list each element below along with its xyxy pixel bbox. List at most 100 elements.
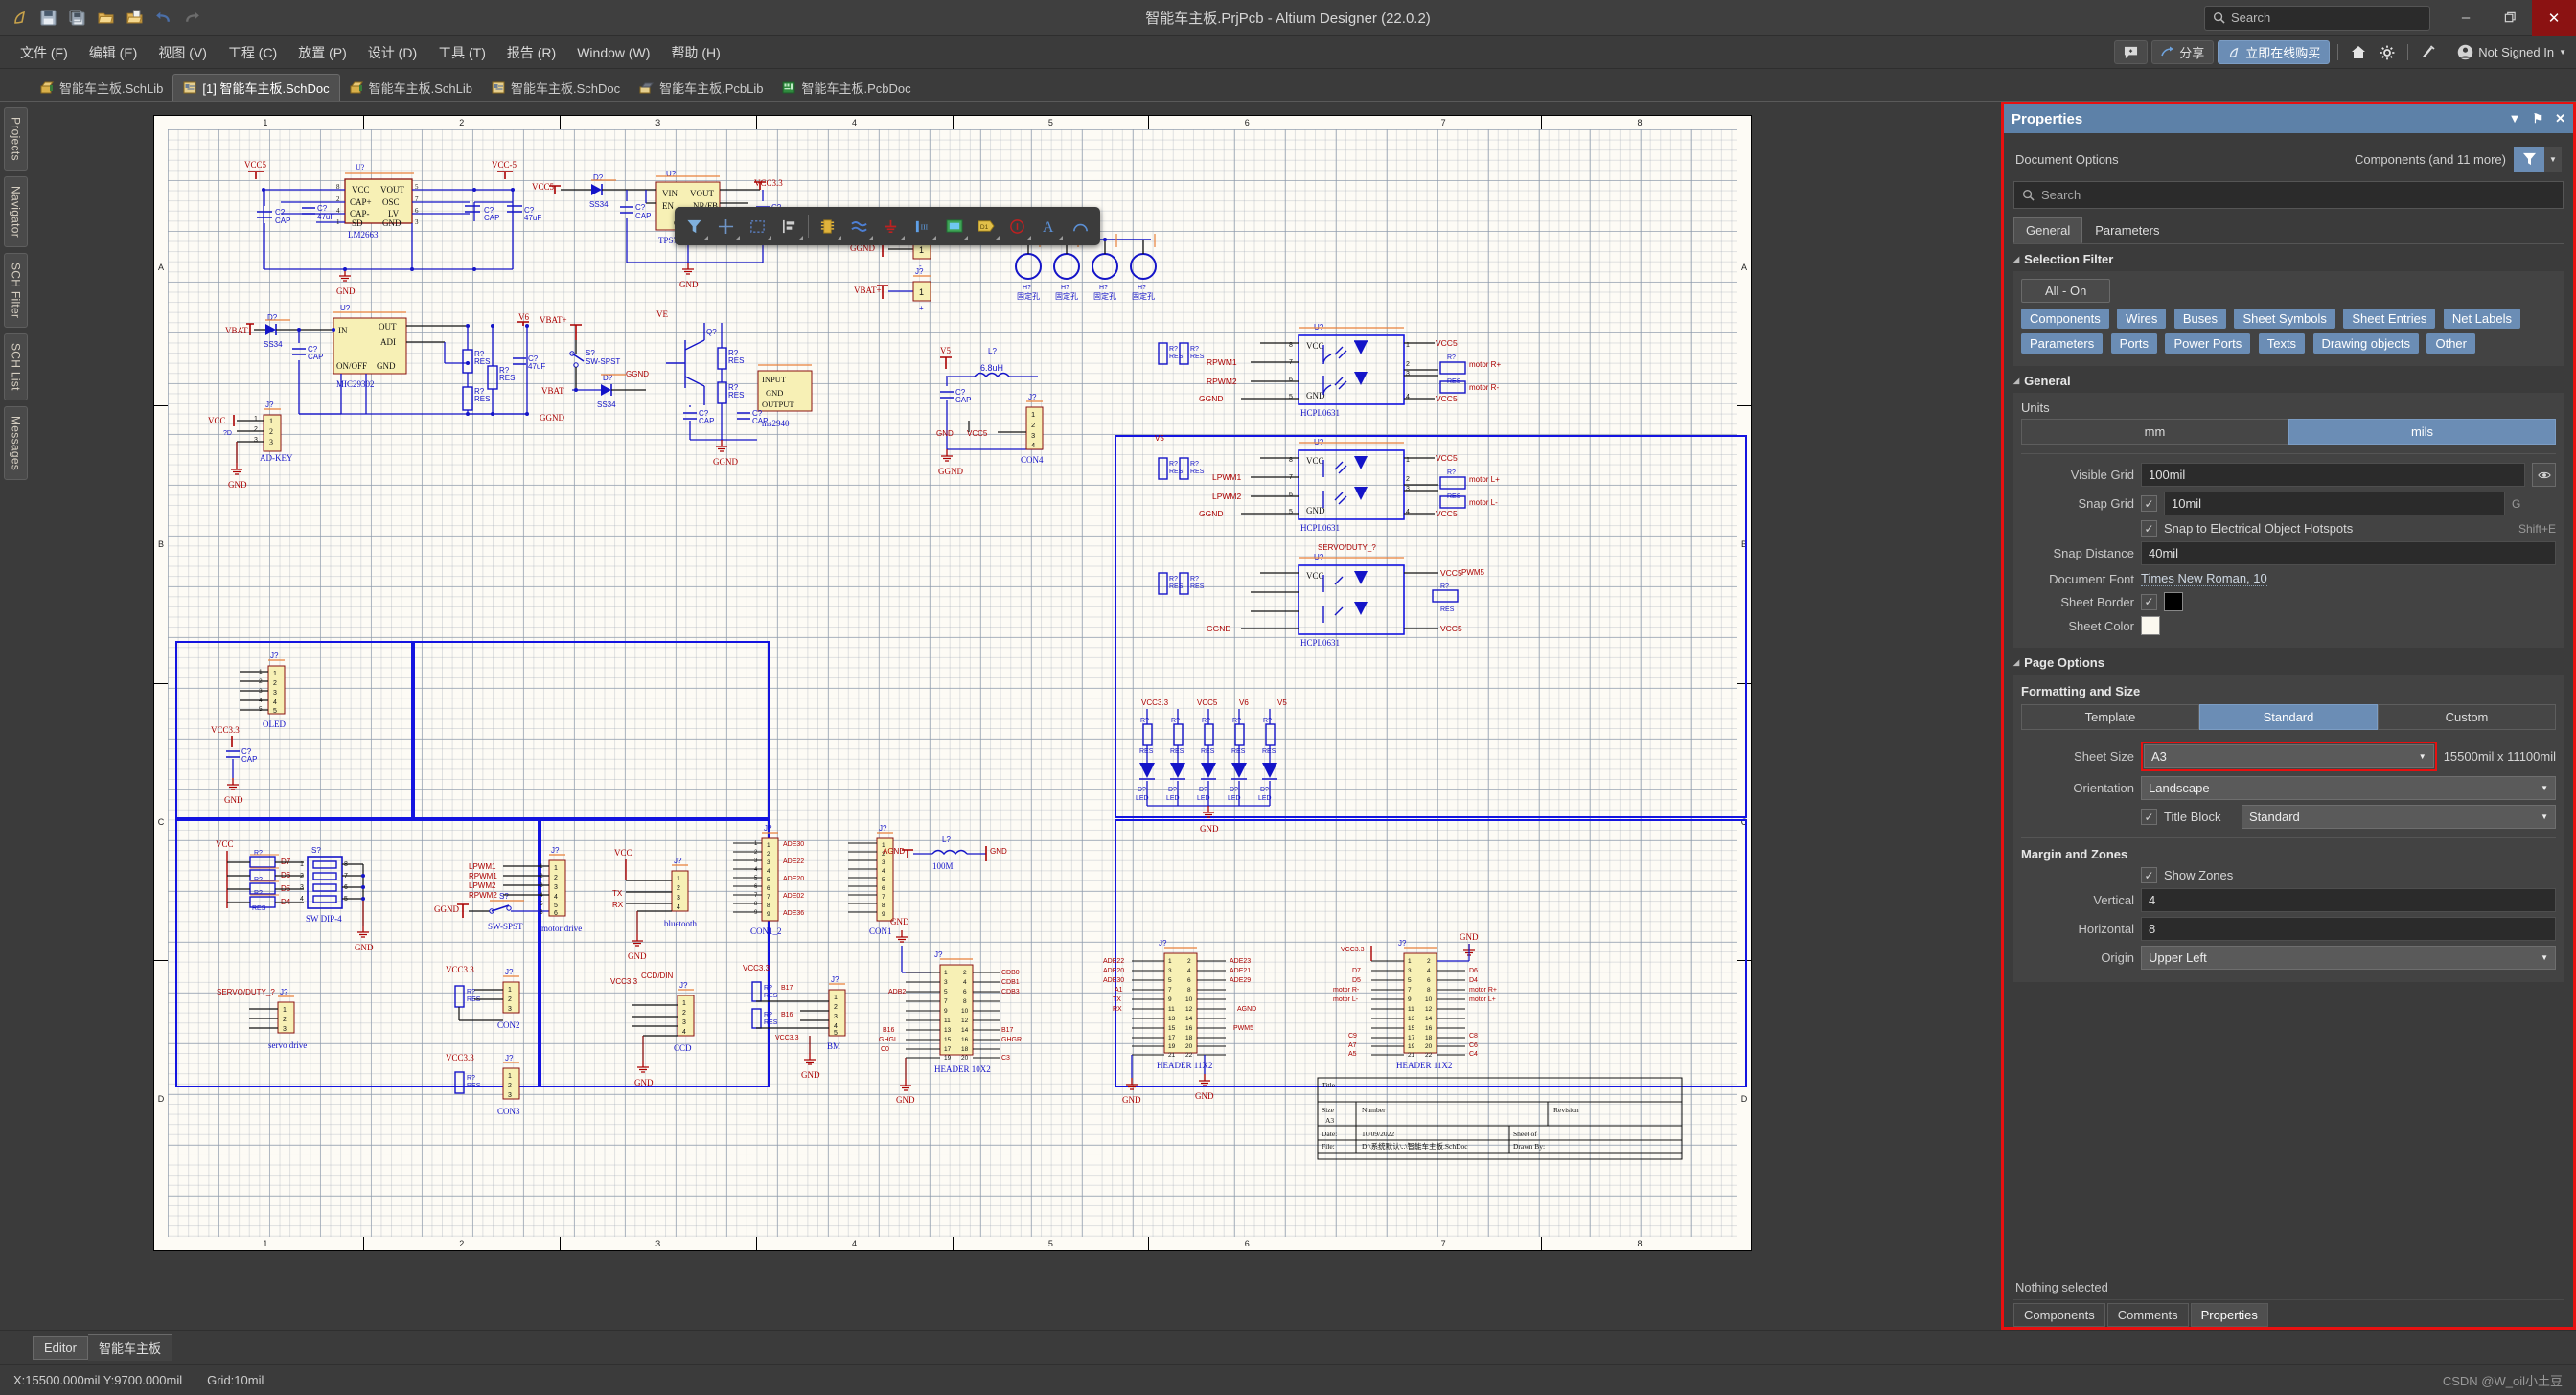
place-arc-icon[interactable]: [1065, 210, 1096, 242]
filter-chip-net-labels[interactable]: Net Labels: [2443, 309, 2520, 329]
tab-pcbdoc[interactable]: 智能车主板.PcbDoc: [772, 74, 920, 101]
title-block-checkbox[interactable]: ✓: [2141, 809, 2157, 825]
sheet-border-checkbox[interactable]: ✓: [2141, 593, 2157, 610]
place-no-erc-icon[interactable]: [1001, 210, 1033, 242]
all-on-button[interactable]: All - On: [2021, 279, 2111, 303]
sidebar-item-sch-list[interactable]: SCH List: [3, 333, 28, 400]
menu-place[interactable]: 放置 (P): [288, 36, 357, 69]
filter-chip-wires[interactable]: Wires: [2117, 309, 2167, 329]
filter-chip-components[interactable]: Components: [2021, 309, 2109, 329]
properties-search-input[interactable]: Search: [2013, 181, 2564, 209]
place-port-icon[interactable]: III: [907, 210, 938, 242]
crosshair-place-icon[interactable]: [710, 210, 742, 242]
minimize-button[interactable]: –: [2444, 0, 2488, 36]
filter-dropdown-chevron-down-icon[interactable]: ▼: [2544, 147, 2562, 172]
account-button[interactable]: Not Signed In ▼: [2457, 44, 2566, 60]
sidebar-item-projects[interactable]: Projects: [3, 107, 28, 171]
close-button[interactable]: ✕: [2532, 0, 2576, 36]
open-icon[interactable]: [94, 7, 117, 30]
place-gnd-power-icon[interactable]: [875, 210, 907, 242]
visible-grid-input[interactable]: 100mil: [2141, 463, 2525, 487]
sidebar-item-navigator[interactable]: Navigator: [3, 175, 28, 247]
tab-schdoc-active[interactable]: [1] 智能车主板.SchDoc: [172, 74, 340, 101]
altium-logo-icon[interactable]: [8, 7, 31, 30]
place-sheet-symbol-icon[interactable]: [938, 210, 970, 242]
format-custom-button[interactable]: Custom: [2378, 704, 2556, 730]
gear-icon[interactable]: [2375, 40, 2400, 64]
share-button[interactable]: 分享: [2151, 40, 2215, 64]
filter-chip-other[interactable]: Other: [2426, 333, 2475, 354]
orientation-select[interactable]: Landscape ▼: [2141, 776, 2556, 800]
notes-button[interactable]: [2114, 40, 2149, 64]
place-net-label-icon[interactable]: D1: [970, 210, 1001, 242]
editor-tab[interactable]: Editor: [33, 1336, 88, 1360]
bottom-tab-comments[interactable]: Comments: [2106, 1303, 2189, 1327]
menu-reports[interactable]: 报告 (R): [496, 36, 566, 69]
units-mm-button[interactable]: mm: [2021, 419, 2288, 445]
redo-icon[interactable]: [180, 7, 203, 30]
account-chevron-down-icon[interactable]: ▼: [2559, 48, 2566, 57]
sheet-border-color-swatch[interactable]: [2164, 592, 2183, 611]
schematic-sheet[interactable]: 1 2 3 4 5 6 7 8 1 2 3 4 5 6 7 8 A B C D …: [153, 115, 1752, 1251]
undo-icon[interactable]: [151, 7, 174, 30]
tab-parameters[interactable]: Parameters: [2082, 217, 2172, 243]
extensions-icon[interactable]: [2416, 40, 2441, 64]
menu-tools[interactable]: 工具 (T): [427, 36, 496, 69]
global-search-input[interactable]: Search: [2204, 5, 2430, 31]
snap-distance-input[interactable]: 40mil: [2141, 541, 2556, 565]
title-block-select[interactable]: Standard ▼: [2242, 805, 2556, 829]
origin-select[interactable]: Upper Left ▼: [2141, 946, 2556, 970]
panel-close-icon[interactable]: ✕: [2555, 111, 2565, 126]
units-mils-button[interactable]: mils: [2288, 419, 2556, 445]
snap-hotspots-checkbox[interactable]: ✓: [2141, 520, 2157, 537]
tab-schlib-2[interactable]: 智能车主板.SchLib: [340, 74, 482, 101]
open-project-icon[interactable]: [123, 7, 146, 30]
document-font-value[interactable]: Times New Roman, 10: [2141, 571, 2267, 586]
section-selection-filter[interactable]: ◢ Selection Filter: [2013, 252, 2564, 266]
bottom-tab-properties[interactable]: Properties: [2190, 1303, 2268, 1327]
filter-chip-drawing-objects[interactable]: Drawing objects: [2312, 333, 2420, 354]
vertical-input[interactable]: 4: [2141, 888, 2556, 912]
project-tab[interactable]: 智能车主板: [87, 1334, 172, 1361]
filter-chip-power-ports[interactable]: Power Ports: [2165, 333, 2251, 354]
filter-chip-buses[interactable]: Buses: [2174, 309, 2226, 329]
horizontal-input[interactable]: 8: [2141, 917, 2556, 941]
filter-chip-texts[interactable]: Texts: [2258, 333, 2306, 354]
snap-grid-input[interactable]: 10mil: [2164, 492, 2505, 515]
place-text-icon[interactable]: A: [1033, 210, 1065, 242]
format-standard-button[interactable]: Standard: [2199, 704, 2378, 730]
tab-pcblib[interactable]: 智能车主板.PcbLib: [630, 74, 772, 101]
tab-schlib-1[interactable]: 智能车主板.SchLib: [31, 74, 172, 101]
place-wire-icon[interactable]: [843, 210, 875, 242]
sidebar-item-sch-filter[interactable]: SCH Filter: [3, 252, 28, 329]
schematic-floating-toolbar[interactable]: III D1 A: [675, 207, 1100, 245]
selection-filter-icon[interactable]: [678, 210, 710, 242]
filter-chip-sheet-symbols[interactable]: Sheet Symbols: [2234, 309, 2335, 329]
save-all-icon[interactable]: [65, 7, 88, 30]
menu-edit[interactable]: 编辑 (E): [79, 36, 149, 69]
eye-icon[interactable]: [2532, 463, 2556, 487]
tab-schdoc-2[interactable]: 智能车主板.SchDoc: [482, 74, 630, 101]
sheet-color-swatch[interactable]: [2141, 616, 2160, 635]
show-zones-checkbox[interactable]: ✓: [2141, 867, 2157, 883]
section-page-options[interactable]: ◢ Page Options: [2013, 655, 2564, 670]
filter-chip-parameters[interactable]: Parameters: [2021, 333, 2104, 354]
filter-icon[interactable]: [2514, 147, 2544, 172]
home-icon[interactable]: [2346, 40, 2371, 64]
bottom-tab-components[interactable]: Components: [2013, 1303, 2105, 1327]
menu-view[interactable]: 视图 (V): [148, 36, 218, 69]
panel-dropdown-icon[interactable]: ▼: [2509, 111, 2521, 126]
section-general[interactable]: ◢ General: [2013, 374, 2564, 388]
restore-button[interactable]: [2488, 0, 2532, 36]
menu-window[interactable]: Window (W): [566, 36, 660, 69]
filter-chip-ports[interactable]: Ports: [2110, 333, 2157, 354]
menu-project[interactable]: 工程 (C): [218, 36, 288, 69]
menu-design[interactable]: 设计 (D): [357, 36, 427, 69]
place-part-icon[interactable]: [812, 210, 843, 242]
format-template-button[interactable]: Template: [2021, 704, 2199, 730]
marquee-select-icon[interactable]: [742, 210, 773, 242]
align-icon[interactable]: [773, 210, 805, 242]
menu-file[interactable]: 文件 (F): [10, 36, 79, 69]
snap-grid-checkbox[interactable]: ✓: [2141, 495, 2157, 512]
save-icon[interactable]: [36, 7, 59, 30]
